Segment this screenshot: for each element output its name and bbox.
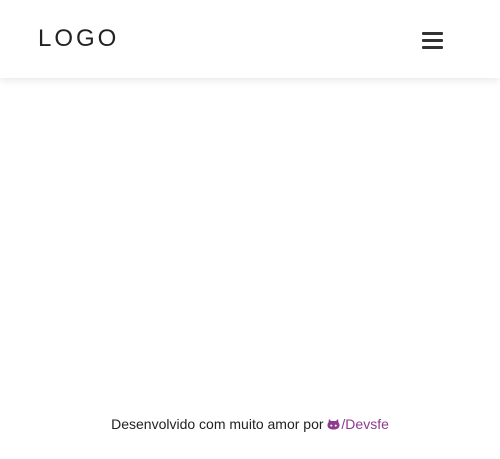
footer-text: Desenvolvido com muito amor por xyxy=(111,416,328,432)
github-link[interactable]: /Devsfe xyxy=(327,416,389,432)
site-footer: Desenvolvido com muito amor por /Devsfe xyxy=(0,414,500,434)
menu-toggle-button[interactable] xyxy=(416,24,448,56)
github-link-label: /Devsfe xyxy=(341,416,389,432)
logo[interactable]: LOGO xyxy=(38,24,119,54)
site-header: LOGO xyxy=(0,0,500,78)
main-content xyxy=(0,78,500,398)
github-icon xyxy=(327,419,340,430)
